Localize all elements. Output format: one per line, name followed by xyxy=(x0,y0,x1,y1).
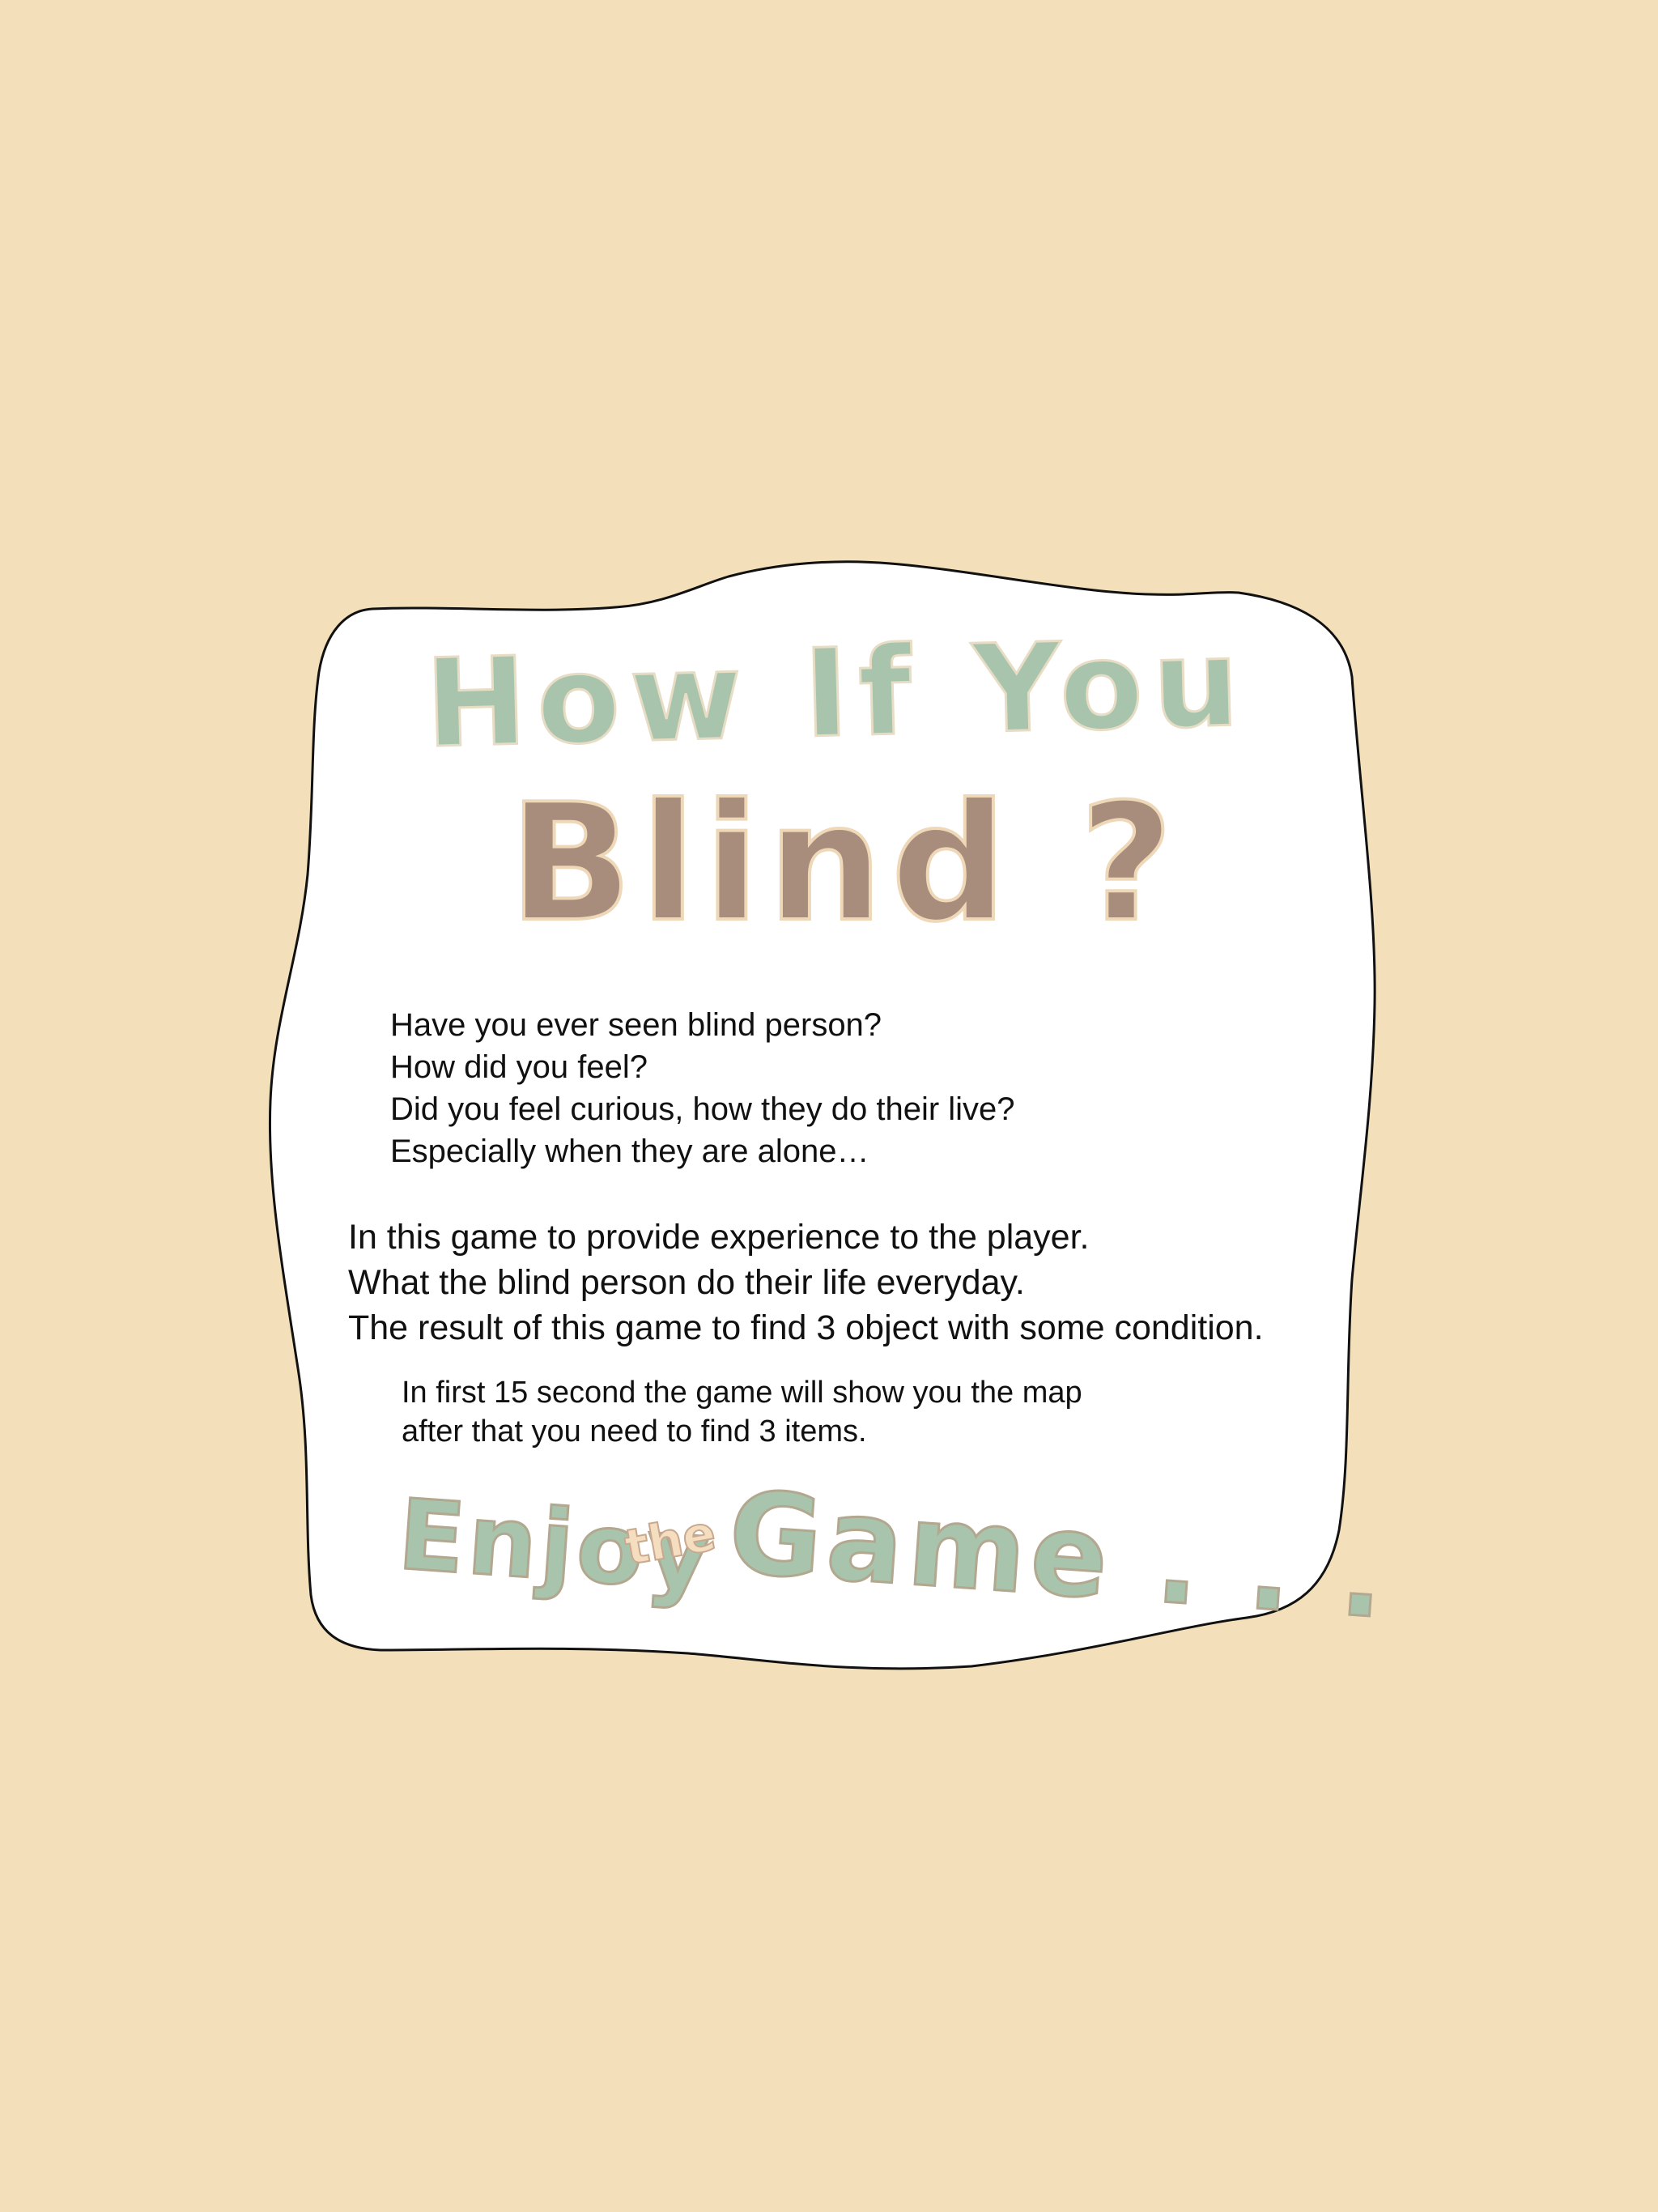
intro-questions: Have you ever seen blind person? How did… xyxy=(390,1004,1015,1172)
intro-line: Especially when they are alone… xyxy=(390,1134,869,1169)
title-line-2: Blind ? xyxy=(508,768,1182,959)
description-line: In this game to provide experience to th… xyxy=(348,1218,1090,1257)
game-instructions: In first 15 second the game will show yo… xyxy=(402,1373,1082,1451)
instruction-line: after that you need to find 3 items. xyxy=(402,1414,867,1448)
intro-line: Have you ever seen blind person? xyxy=(390,1007,882,1043)
intro-line: Did you feel curious, how they do their … xyxy=(390,1091,1015,1127)
description-line: What the blind person do their life ever… xyxy=(348,1263,1025,1302)
instruction-line: In first 15 second the game will show yo… xyxy=(402,1376,1082,1410)
description-line: The result of this game to find 3 object… xyxy=(348,1308,1264,1347)
intro-line: How did you feel? xyxy=(390,1049,648,1085)
game-description: In this game to provide experience to th… xyxy=(348,1214,1264,1351)
